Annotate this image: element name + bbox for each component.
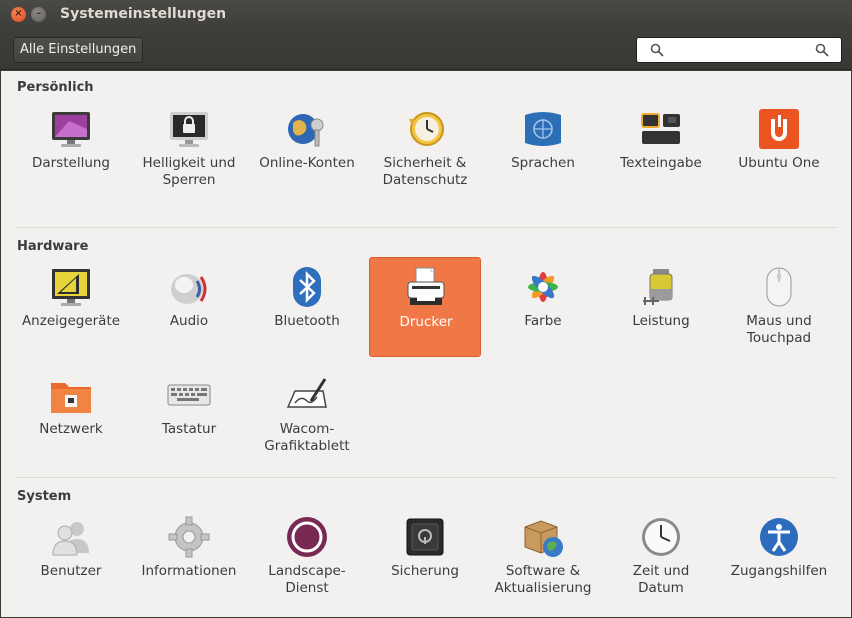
printer-icon bbox=[404, 266, 448, 310]
settings-item-accessibility[interactable]: Zugangshilfen bbox=[723, 507, 835, 607]
settings-item-label: Zeit und Datum bbox=[632, 563, 690, 596]
settings-item-label: Helligkeit und Sperren bbox=[142, 155, 236, 188]
power-icon bbox=[639, 265, 683, 309]
settings-window: × – Systemeinstellungen Alle Einstellung… bbox=[0, 0, 852, 618]
settings-item-keyboard[interactable]: Tastatur bbox=[133, 365, 245, 465]
online-accounts-icon bbox=[285, 107, 329, 151]
ubuntu-one-icon bbox=[757, 107, 801, 151]
displays-icon bbox=[49, 265, 93, 309]
brightness-lock-icon bbox=[167, 107, 211, 151]
settings-item-label: Online-Konten bbox=[259, 155, 355, 171]
settings-item-label: Netzwerk bbox=[39, 421, 103, 437]
all-settings-button[interactable]: Alle Einstellungen bbox=[13, 37, 144, 63]
settings-item-label: Ubuntu One bbox=[738, 155, 820, 171]
settings-item-languages[interactable]: Sprachen bbox=[487, 99, 599, 199]
settings-item-color[interactable]: Farbe bbox=[487, 257, 599, 357]
settings-item-printer[interactable]: Drucker bbox=[369, 257, 481, 357]
audio-icon bbox=[167, 265, 211, 309]
settings-item-label: Darstellung bbox=[31, 155, 111, 171]
settings-item-label: Tastatur bbox=[161, 421, 217, 437]
settings-item-audio[interactable]: Audio bbox=[133, 257, 245, 357]
settings-item-label: Drucker bbox=[399, 314, 453, 330]
appearance-icon bbox=[49, 107, 93, 151]
settings-item-displays[interactable]: Anzeigegeräte bbox=[15, 257, 127, 357]
settings-item-label: Maus und Touchpad bbox=[746, 313, 812, 346]
title-bar: × – Systemeinstellungen bbox=[0, 0, 852, 30]
bluetooth-icon bbox=[285, 265, 329, 309]
close-window-button[interactable]: × bbox=[11, 7, 26, 22]
settings-item-bluetooth[interactable]: Bluetooth bbox=[251, 257, 363, 357]
landscape-icon bbox=[285, 515, 329, 559]
details-gear-icon bbox=[167, 515, 211, 559]
toolbar: Alle Einstellungen bbox=[0, 30, 852, 70]
settings-item-power[interactable]: Leistung bbox=[605, 257, 717, 357]
security-privacy-icon bbox=[403, 107, 447, 151]
backup-safe-icon bbox=[403, 515, 447, 559]
languages-icon bbox=[521, 107, 565, 151]
settings-item-label: Sprachen bbox=[511, 155, 575, 171]
software-updates-icon bbox=[521, 515, 565, 559]
settings-item-label: Audio bbox=[169, 313, 209, 329]
settings-item-online-accounts[interactable]: Online-Konten bbox=[251, 99, 363, 199]
search-input[interactable] bbox=[665, 41, 819, 61]
window-title: Systemeinstellungen bbox=[60, 6, 227, 22]
search-box[interactable] bbox=[636, 37, 842, 63]
settings-item-label: Landscape- Dienst bbox=[268, 563, 346, 596]
settings-item-label: Leistung bbox=[632, 313, 690, 329]
section-separator bbox=[15, 227, 837, 228]
text-entry-icon bbox=[639, 107, 683, 151]
time-date-icon bbox=[639, 515, 683, 559]
settings-item-users[interactable]: Benutzer bbox=[15, 507, 127, 607]
section-title-hardware: Hardware bbox=[17, 239, 89, 254]
minimize-window-button[interactable]: – bbox=[31, 7, 46, 22]
settings-item-landscape[interactable]: Landscape- Dienst bbox=[251, 507, 363, 607]
accessibility-icon bbox=[757, 515, 801, 559]
settings-item-ubuntu-one[interactable]: Ubuntu One bbox=[723, 99, 835, 199]
settings-item-label: Anzeigegeräte bbox=[21, 313, 121, 329]
mouse-icon bbox=[757, 265, 801, 309]
wacom-tablet-icon bbox=[285, 373, 329, 417]
settings-item-mouse[interactable]: Maus und Touchpad bbox=[723, 257, 835, 357]
search-icon bbox=[650, 43, 664, 57]
settings-item-time-date[interactable]: Zeit und Datum bbox=[605, 507, 717, 607]
settings-item-details-gear[interactable]: Informationen bbox=[133, 507, 245, 607]
settings-item-backup-safe[interactable]: Sicherung bbox=[369, 507, 481, 607]
settings-item-label: Informationen bbox=[141, 563, 237, 579]
settings-item-software-updates[interactable]: Software & Aktualisierung bbox=[487, 507, 599, 607]
settings-item-label: Texteingabe bbox=[620, 155, 702, 171]
settings-item-brightness-lock[interactable]: Helligkeit und Sperren bbox=[133, 99, 245, 199]
settings-item-text-entry[interactable]: Texteingabe bbox=[605, 99, 717, 199]
users-icon bbox=[49, 515, 93, 559]
settings-item-network[interactable]: Netzwerk bbox=[15, 365, 127, 465]
section-separator bbox=[15, 477, 837, 478]
settings-item-wacom-tablet[interactable]: Wacom- Grafiktablett bbox=[251, 365, 363, 465]
keyboard-icon bbox=[167, 373, 211, 417]
section-title-personal: Persönlich bbox=[17, 80, 94, 95]
settings-panel: Persönlich Hardware System Darstellung He… bbox=[1, 71, 851, 617]
settings-item-appearance[interactable]: Darstellung bbox=[15, 99, 127, 199]
settings-item-label: Farbe bbox=[524, 313, 562, 329]
search-icon-right[interactable] bbox=[815, 43, 829, 57]
settings-item-label: Wacom- Grafiktablett bbox=[264, 421, 350, 454]
section-title-system: System bbox=[17, 489, 72, 504]
settings-item-label: Bluetooth bbox=[274, 313, 340, 329]
settings-item-label: Sicherung bbox=[391, 563, 459, 579]
color-icon bbox=[521, 265, 565, 309]
settings-item-label: Benutzer bbox=[40, 563, 102, 579]
settings-item-security-privacy[interactable]: Sicherheit & Datenschutz bbox=[369, 99, 481, 199]
network-icon bbox=[49, 373, 93, 417]
settings-item-label: Software & Aktualisierung bbox=[494, 563, 592, 596]
settings-item-label: Sicherheit & Datenschutz bbox=[382, 155, 468, 188]
settings-item-label: Zugangshilfen bbox=[730, 563, 828, 579]
